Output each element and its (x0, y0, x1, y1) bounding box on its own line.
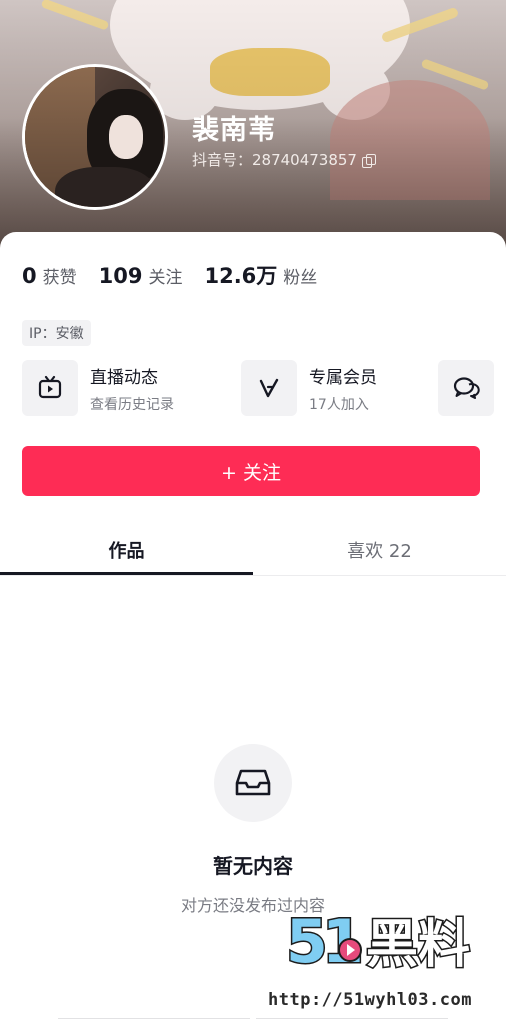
svg-text:黑料: 黑料 (366, 915, 470, 975)
profile-page: 裴南苇 抖音号：28740473857 0 获赞 109 关注 12.6万 粉丝… (0, 0, 506, 1024)
stat-following-label: 关注 (148, 268, 183, 288)
stat-likes[interactable]: 0 获赞 (22, 263, 77, 288)
live-subtitle: 查看历史记录 (90, 396, 174, 413)
empty-state-title: 暂无内容 (213, 854, 293, 878)
stat-followers[interactable]: 12.6万 粉丝 (204, 260, 317, 290)
copy-icon[interactable] (361, 153, 376, 168)
ip-location-tag: IP：安徽 (22, 320, 91, 346)
profile-name: 裴南苇 (192, 115, 276, 146)
exclusive-member-entry[interactable]: 专属会员 17人加入 (241, 360, 377, 416)
tab-indicator (0, 572, 253, 575)
message-entry[interactable] (438, 360, 494, 416)
stat-following-value: 109 (98, 264, 143, 288)
watermark-logo: 5 1 黑料 (284, 900, 484, 980)
stat-following[interactable]: 109 关注 (99, 263, 183, 288)
inbox-tray-icon (214, 744, 292, 822)
tab-works[interactable]: 作品 (0, 524, 253, 576)
stats-row: 0 获赞 109 关注 12.6万 粉丝 (22, 260, 339, 290)
bottom-divider (58, 1018, 448, 1024)
douyin-id-text: 抖音号：28740473857 (192, 151, 357, 169)
chat-bubbles-icon (438, 360, 494, 416)
member-title: 专属会员 (309, 367, 377, 388)
watermark-url: http://51wyhl03.com (268, 990, 472, 1010)
douyin-id: 抖音号：28740473857 (192, 149, 376, 170)
stat-followers-label: 粉丝 (283, 268, 318, 288)
follow-button[interactable]: + 关注 (22, 446, 480, 496)
live-title: 直播动态 (90, 367, 158, 388)
avatar[interactable] (22, 64, 168, 210)
tv-icon (22, 360, 78, 416)
content-tabs: 作品 喜欢 22 (0, 524, 506, 576)
tab-likes[interactable]: 喜欢 22 (253, 524, 506, 576)
stat-likes-label: 获赞 (42, 268, 77, 288)
stat-followers-value: 12.6万 (204, 264, 278, 288)
member-subtitle: 17人加入 (309, 396, 369, 413)
live-history-entry[interactable]: 直播动态 查看历史记录 (22, 360, 174, 416)
v-badge-icon (241, 360, 297, 416)
stat-likes-value: 0 (22, 264, 37, 288)
